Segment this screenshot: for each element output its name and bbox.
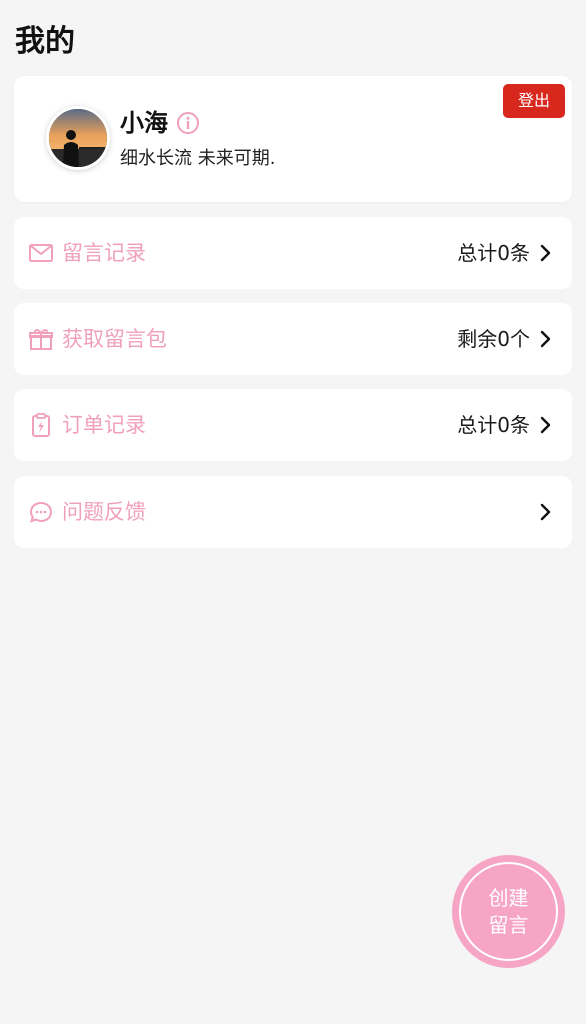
gift-icon [29, 328, 53, 350]
menu-label: 问题反馈 [62, 500, 146, 524]
info-icon[interactable] [176, 111, 200, 135]
chevron-right-icon [540, 503, 551, 521]
chevron-right-icon [540, 416, 551, 434]
envelope-icon [29, 244, 53, 262]
fab-label-line1: 创建 [488, 886, 529, 910]
menu-value: 总计0条 [457, 413, 530, 437]
fab-label-line2: 留言 [488, 913, 529, 937]
create-message-button[interactable]: 创建 留言 [452, 855, 565, 968]
menu-label: 留言记录 [62, 241, 146, 265]
clipboard-icon [32, 413, 50, 437]
chevron-right-icon [540, 244, 551, 262]
page-title: 我的 [15, 24, 75, 59]
menu-item-message-records[interactable]: 留言记录 总计0条 [14, 217, 572, 289]
logout-button[interactable]: 登出 [503, 84, 565, 118]
user-bio: 细水长流 未来可期. [120, 148, 276, 169]
menu-item-feedback[interactable]: 问题反馈 [14, 476, 572, 548]
menu-label: 获取留言包 [62, 327, 167, 351]
sunset-silhouette-avatar [49, 109, 107, 167]
chevron-right-icon [540, 330, 551, 348]
menu-value: 剩余0个 [457, 327, 530, 351]
menu-item-order-records[interactable]: 订单记录 总计0条 [14, 389, 572, 461]
menu-item-get-message-pack[interactable]: 获取留言包 剩余0个 [14, 303, 572, 375]
menu-value: 总计0条 [457, 241, 530, 265]
feedback-icon [29, 501, 53, 523]
menu-label: 订单记录 [62, 413, 146, 437]
profile-card: 小海 细水长流 未来可期. 登出 [14, 76, 572, 202]
avatar[interactable] [46, 106, 110, 170]
username: 小海 [120, 109, 168, 137]
